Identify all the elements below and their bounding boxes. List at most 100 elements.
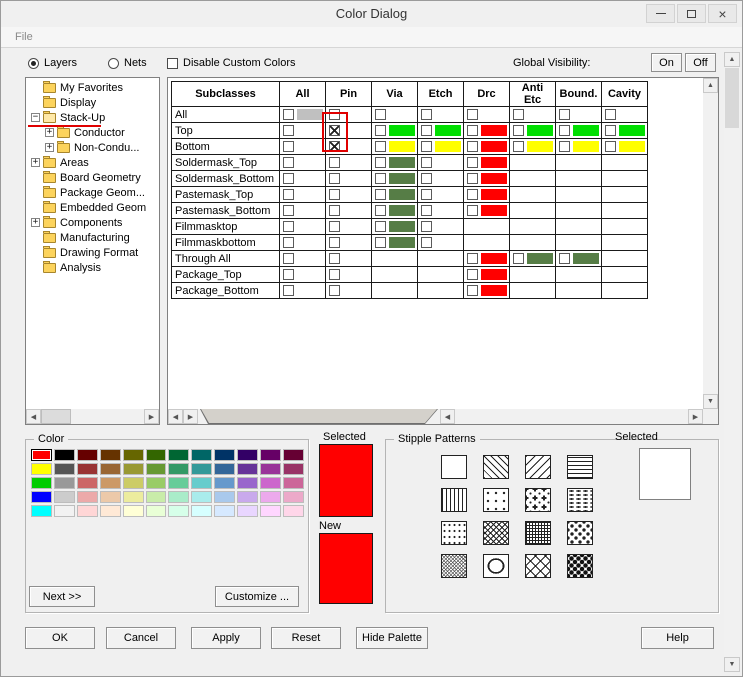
grid-cell[interactable]	[326, 219, 372, 235]
visibility-checkbox[interactable]	[467, 205, 478, 216]
tree-item-conductor[interactable]: +Conductor	[28, 125, 157, 140]
grid-cell[interactable]	[326, 107, 372, 123]
color-swatch[interactable]	[619, 125, 645, 136]
plus-expander-icon[interactable]: +	[31, 218, 40, 227]
grid-cell[interactable]	[510, 267, 556, 283]
visibility-checkbox[interactable]	[329, 109, 340, 120]
tree-item-components[interactable]: +Components	[28, 215, 157, 230]
grid-cell[interactable]	[418, 187, 464, 203]
grid-cell[interactable]	[464, 123, 510, 139]
palette-swatch[interactable]	[168, 449, 189, 461]
visibility-checkbox[interactable]	[329, 221, 340, 232]
palette-swatch[interactable]	[123, 505, 144, 517]
palette-swatch[interactable]	[146, 477, 167, 489]
palette-swatch[interactable]	[31, 477, 52, 489]
visibility-checkbox[interactable]	[421, 125, 432, 136]
subclass-name[interactable]: Filmmaskbottom	[172, 235, 280, 251]
customize-button[interactable]: Customize ...	[215, 586, 299, 607]
palette-swatch[interactable]	[100, 505, 121, 517]
visibility-checkbox[interactable]	[421, 237, 432, 248]
grid-cell[interactable]	[372, 267, 418, 283]
tree-item-areas[interactable]: +Areas	[28, 155, 157, 170]
palette-swatch[interactable]	[54, 463, 75, 475]
grid-cell[interactable]	[464, 203, 510, 219]
visibility-checkbox[interactable]	[329, 125, 340, 136]
layers-radio-group[interactable]: Layers	[28, 55, 77, 71]
plus-expander-icon[interactable]: +	[45, 143, 54, 152]
color-swatch[interactable]	[481, 285, 507, 296]
color-swatch[interactable]	[389, 125, 415, 136]
palette-swatch[interactable]	[54, 505, 75, 517]
global-visibility-off-button[interactable]: Off	[685, 53, 716, 72]
visibility-checkbox[interactable]	[513, 125, 524, 136]
grid-cell[interactable]	[556, 251, 602, 267]
grid-horizontal-scrollbar[interactable]: ◀ ▶ ◀ ▶	[168, 409, 703, 424]
color-swatch[interactable]	[389, 221, 415, 232]
stipple-swatch-dots-grid[interactable]	[441, 521, 467, 545]
grid-cell[interactable]	[556, 283, 602, 299]
visibility-checkbox[interactable]	[421, 189, 432, 200]
palette-swatch[interactable]	[237, 449, 258, 461]
tree-item-package-geom[interactable]: Package Geom...	[28, 185, 157, 200]
color-swatch[interactable]	[389, 205, 415, 216]
stipple-swatch-diag-back[interactable]	[483, 455, 509, 479]
grid-cell[interactable]	[556, 219, 602, 235]
film-tab[interactable]	[200, 409, 438, 424]
visibility-checkbox[interactable]	[375, 205, 386, 216]
grid-cell[interactable]	[418, 139, 464, 155]
visibility-checkbox[interactable]	[605, 109, 616, 120]
grid-cell[interactable]	[510, 171, 556, 187]
grid-cell[interactable]	[326, 187, 372, 203]
grid-cell[interactable]	[326, 251, 372, 267]
visibility-checkbox[interactable]	[421, 205, 432, 216]
grid-cell[interactable]	[326, 123, 372, 139]
grid-cell[interactable]	[556, 267, 602, 283]
visibility-checkbox[interactable]	[513, 109, 524, 120]
palette-swatch[interactable]	[191, 505, 212, 517]
palette-swatch[interactable]	[123, 491, 144, 503]
grid-cell[interactable]	[418, 123, 464, 139]
grid-cell[interactable]	[464, 267, 510, 283]
subclass-name[interactable]: Pastemask_Bottom	[172, 203, 280, 219]
grid-cell[interactable]	[372, 139, 418, 155]
grid-cell[interactable]	[326, 283, 372, 299]
grid-cell[interactable]	[418, 267, 464, 283]
visibility-checkbox[interactable]	[283, 285, 294, 296]
palette-swatch[interactable]	[123, 449, 144, 461]
visibility-checkbox[interactable]	[283, 109, 294, 120]
visibility-checkbox[interactable]	[329, 173, 340, 184]
grid-cell[interactable]	[372, 123, 418, 139]
visibility-checkbox[interactable]	[283, 269, 294, 280]
grid-cell[interactable]	[372, 107, 418, 123]
visibility-checkbox[interactable]	[283, 125, 294, 136]
visibility-checkbox[interactable]	[467, 189, 478, 200]
visibility-checkbox[interactable]	[283, 205, 294, 216]
stipple-swatch-dots-plus[interactable]	[525, 488, 551, 512]
grid-cell[interactable]	[464, 219, 510, 235]
visibility-checkbox[interactable]	[467, 253, 478, 264]
palette-swatch[interactable]	[283, 463, 304, 475]
visibility-checkbox[interactable]	[375, 173, 386, 184]
stipple-swatch-hex-outline[interactable]	[483, 554, 509, 578]
visibility-checkbox[interactable]	[375, 141, 386, 152]
palette-swatch[interactable]	[237, 463, 258, 475]
palette-swatch[interactable]	[146, 505, 167, 517]
grid-cell[interactable]	[326, 203, 372, 219]
grid-cell[interactable]	[280, 219, 326, 235]
palette-swatch[interactable]	[214, 477, 235, 489]
color-swatch[interactable]	[389, 189, 415, 200]
grid-cell[interactable]	[556, 171, 602, 187]
grid-cell[interactable]	[602, 251, 648, 267]
layers-radio[interactable]	[28, 58, 39, 69]
grid-cell[interactable]	[280, 155, 326, 171]
tree-item-analysis[interactable]: Analysis	[28, 260, 157, 275]
grid-cell[interactable]	[326, 139, 372, 155]
grid-cell[interactable]	[280, 171, 326, 187]
visibility-checkbox[interactable]	[513, 141, 524, 152]
visibility-checkbox[interactable]	[559, 253, 570, 264]
palette-swatch[interactable]	[100, 491, 121, 503]
palette-swatch[interactable]	[31, 491, 52, 503]
help-button[interactable]: Help	[641, 627, 714, 649]
grid-cell[interactable]	[464, 251, 510, 267]
tree-item-manufacturing[interactable]: Manufacturing	[28, 230, 157, 245]
